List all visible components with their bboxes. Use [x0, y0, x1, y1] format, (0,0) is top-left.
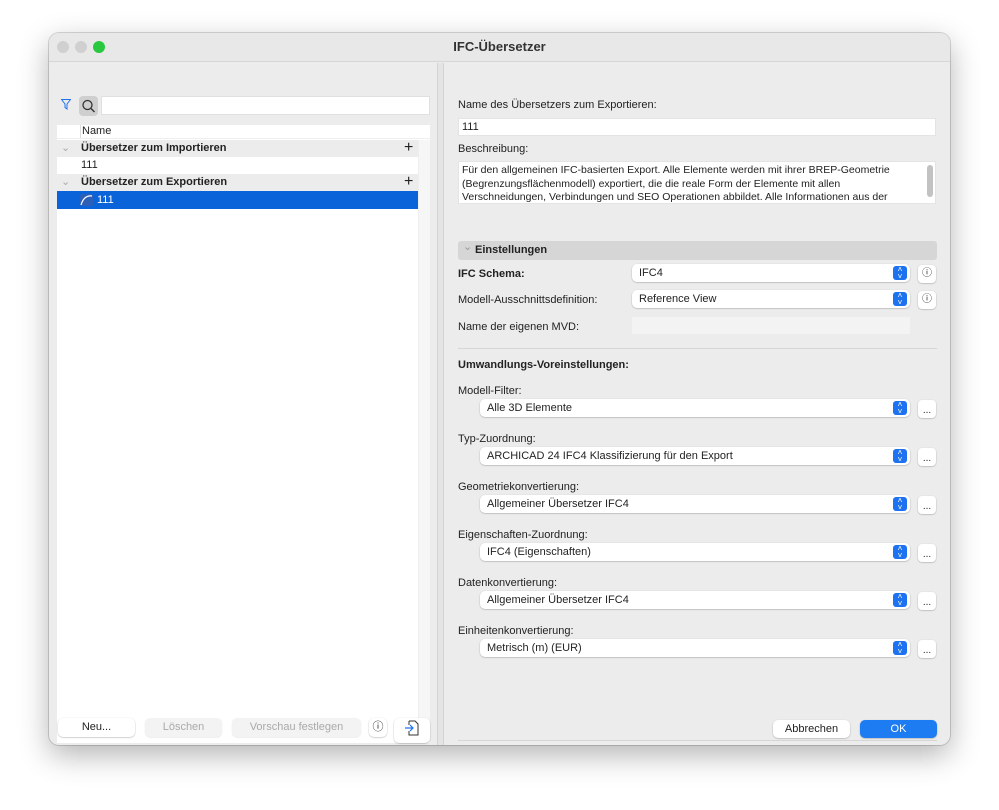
pane-splitter[interactable] [437, 63, 444, 745]
custom-mvd-input[interactable] [632, 317, 910, 334]
chevron-down-icon[interactable]: ⌄ [61, 174, 70, 191]
preset-label: Einheitenkonvertierung: [458, 625, 574, 637]
preset-more-button[interactable]: ... [918, 448, 936, 466]
preset-label: Eigenschaften-Zuordnung: [458, 529, 588, 541]
custom-mvd-label: Name der eigenen MVD: [458, 321, 580, 333]
preset-select[interactable]: Metrisch (m) (EUR) ˄ ˅ [480, 639, 910, 657]
divider [458, 348, 937, 349]
select-value: ARCHICAD 24 IFC4 Klassifizierung für den… [487, 450, 733, 462]
group-export[interactable]: ⌄ Übersetzer zum Exportieren + [57, 173, 418, 191]
title-bar: IFC-Übersetzer [49, 33, 950, 62]
preset-label: Typ-Zuordnung: [458, 433, 536, 445]
stepper-icon: ˄ ˅ [893, 401, 907, 416]
chevron-down-icon[interactable]: ⌄ [61, 140, 70, 157]
preset-more-button[interactable]: ... [918, 496, 936, 514]
stepper-icon: ˄ ˅ [893, 292, 907, 307]
schema-info-button[interactable]: ⓘ [918, 265, 936, 283]
name-label: Name des Übersetzers zum Exportieren: [458, 99, 657, 111]
set-preview-button[interactable]: Vorschau festlegen [232, 718, 361, 737]
select-value: IFC4 (Eigenschaften) [487, 546, 591, 558]
stepper-icon: ˄ ˅ [893, 641, 907, 656]
preset-select[interactable]: IFC4 (Eigenschaften) ˄ ˅ [480, 543, 910, 561]
file-import-icon [405, 720, 419, 736]
search-button[interactable] [79, 96, 98, 116]
preset-more-button[interactable]: ... [918, 544, 936, 562]
translator-name-input[interactable]: 111 [458, 118, 936, 136]
preset-select[interactable]: Alle 3D Elemente ˄ ˅ [480, 399, 910, 417]
select-value: IFC4 [639, 267, 663, 279]
item-label: 111 [81, 159, 98, 171]
translator-list-pane: Name ⌄ Übersetzer zum Importieren + 111 … [49, 63, 437, 745]
preset-more-button[interactable]: ... [918, 640, 936, 658]
cancel-button[interactable]: Abbrechen [773, 720, 850, 738]
select-value: Reference View [639, 293, 717, 305]
preset-label: Datenkonvertierung: [458, 577, 558, 589]
ifc-schema-label: IFC Schema: [458, 268, 525, 280]
translator-list: Name [57, 125, 430, 743]
preset-label: Geometriekonvertierung: [458, 481, 580, 493]
settings-pane: Name des Übersetzers zum Exportieren: 11… [444, 63, 950, 745]
stepper-icon: ˄ ˅ [893, 449, 907, 464]
delete-button[interactable]: Löschen [145, 718, 222, 737]
search-input[interactable] [101, 96, 430, 115]
stepper-icon: ˄ ˅ [893, 497, 907, 512]
chevron-down-icon[interactable]: ⌄ [463, 238, 472, 257]
preset-select[interactable]: Allgemeiner Übersetzer IFC4 ˄ ˅ [480, 495, 910, 513]
mvd-select[interactable]: Reference View ˄ ˅ [632, 290, 910, 308]
list-item[interactable]: 111 [57, 157, 418, 174]
item-label: 111 [97, 194, 114, 206]
preset-select[interactable]: ARCHICAD 24 IFC4 Klassifizierung für den… [480, 447, 910, 465]
scrollbar-track[interactable] [418, 140, 430, 743]
preset-label: Modell-Filter: [458, 385, 522, 397]
stepper-icon: ˄ ˅ [893, 593, 907, 608]
description-label: Beschreibung: [458, 143, 529, 155]
mvd-label: Modell-Ausschnittsdefinition: [458, 294, 598, 306]
group-import[interactable]: ⌄ Übersetzer zum Importieren + [57, 139, 418, 157]
footer-divider [458, 740, 937, 741]
select-value: Metrisch (m) (EUR) [487, 642, 582, 654]
scrollbar-thumb[interactable] [927, 165, 933, 197]
list-item-selected[interactable]: 111 [57, 191, 418, 209]
add-export-icon[interactable]: + [404, 173, 413, 190]
preset-more-button[interactable]: ... [918, 400, 936, 418]
add-import-icon[interactable]: + [404, 139, 413, 156]
column-header[interactable]: Name [57, 125, 430, 139]
ok-button[interactable]: OK [860, 720, 937, 738]
ifc-schema-select[interactable]: IFC4 ˄ ˅ [632, 264, 910, 282]
new-button[interactable]: Neu... [58, 718, 135, 737]
window-title: IFC-Übersetzer [453, 39, 546, 54]
description-text: Für den allgemeinen IFC-basierten Export… [462, 164, 890, 203]
group-label: Übersetzer zum Exportieren [81, 176, 228, 188]
preset-select[interactable]: Allgemeiner Übersetzer IFC4 ˄ ˅ [480, 591, 910, 609]
settings-section-header[interactable]: ⌄ Einstellungen [458, 241, 937, 260]
select-value: Allgemeiner Übersetzer IFC4 [487, 594, 629, 606]
stepper-icon: ˄ ˅ [893, 545, 907, 560]
select-value: Alle 3D Elemente [487, 402, 572, 414]
translator-icon [80, 194, 93, 206]
info-icon: ⓘ [372, 721, 384, 733]
column-header-name[interactable]: Name [80, 125, 111, 138]
description-textarea[interactable]: Für den allgemeinen IFC-basierten Export… [458, 161, 936, 204]
section-title: Einstellungen [475, 244, 548, 256]
stepper-icon: ˄ ˅ [893, 266, 907, 281]
ifc-translator-window: IFC-Übersetzer Name ⌄ Übersetzer zum Imp… [49, 33, 950, 745]
export-file-button[interactable] [394, 718, 430, 743]
mvd-info-button[interactable]: ⓘ [918, 291, 936, 309]
info-button[interactable]: ⓘ [369, 718, 387, 737]
search-icon [82, 99, 95, 113]
info-icon: ⓘ [922, 294, 932, 305]
filter-icon[interactable] [60, 99, 72, 113]
info-icon: ⓘ [922, 268, 932, 279]
select-value: Allgemeiner Übersetzer IFC4 [487, 498, 629, 510]
presets-header: Umwandlungs-Voreinstellungen: [458, 359, 629, 371]
preset-more-button[interactable]: ... [918, 592, 936, 610]
group-label: Übersetzer zum Importieren [81, 142, 227, 154]
